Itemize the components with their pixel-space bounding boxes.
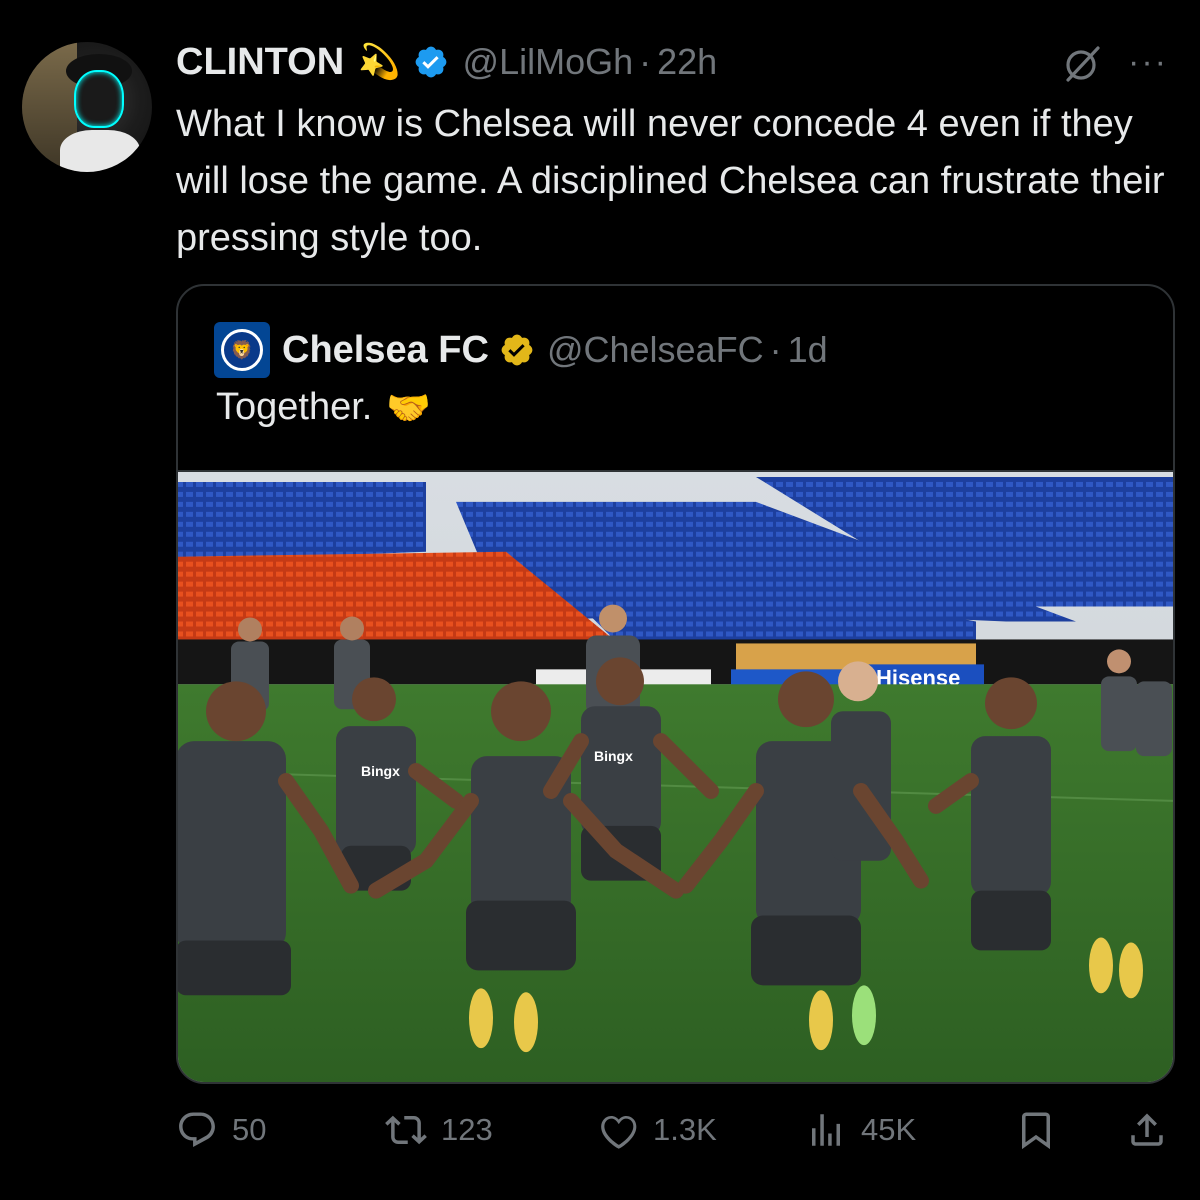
reply-button[interactable]: 50	[176, 1105, 266, 1155]
stand-upper-left	[178, 481, 426, 562]
more-options-icon[interactable]: ···	[1128, 44, 1168, 80]
bookmark-icon	[1022, 1112, 1050, 1150]
share-icon	[1131, 1113, 1163, 1146]
quoted-author-avatar[interactable]: 🦁	[214, 322, 270, 378]
shirt-sponsor-text: Bingx	[361, 763, 400, 779]
tweet-timestamp[interactable]: 22h	[657, 41, 717, 83]
views-count: 45K	[861, 1112, 917, 1147]
reply-count: 50	[232, 1112, 267, 1147]
tweet-text: What I know is Chelsea will never conced…	[176, 103, 1165, 259]
quoted-author-name[interactable]: Chelsea FC	[282, 329, 489, 372]
quoted-separator-dot: ·	[769, 329, 782, 370]
repost-button[interactable]: 123	[385, 1105, 493, 1155]
quoted-tweet-header: 🦁 Chelsea FC @ChelseaFC · 1d	[214, 322, 828, 378]
like-button[interactable]: 1.3K	[597, 1105, 717, 1155]
tweet-header: CLINTON 💫 @LilMoGh · 22h	[176, 38, 717, 86]
quoted-tweet-photo[interactable]: Hisense Bingx Bingx	[176, 470, 1175, 1084]
verified-badge-icon[interactable]	[413, 44, 449, 80]
author-handle[interactable]: @LilMoGh	[463, 41, 634, 83]
handshake-emoji: 🤝	[386, 386, 432, 428]
views-button[interactable]: 45K	[805, 1105, 916, 1155]
repost-count: 123	[441, 1112, 493, 1147]
separator-dot: ·	[639, 41, 652, 82]
author-avatar[interactable]	[22, 42, 152, 172]
share-button[interactable]	[1126, 1105, 1168, 1155]
author-emoji: 💫	[358, 43, 401, 81]
repost-icon	[385, 1115, 427, 1145]
chelsea-crest-icon: 🦁	[221, 329, 263, 371]
like-count: 1.3K	[653, 1112, 717, 1147]
avatar-shirt	[60, 130, 140, 172]
quoted-timestamp[interactable]: 1d	[788, 329, 828, 371]
author-name[interactable]: CLINTON	[176, 41, 344, 84]
grok-icon[interactable]	[1062, 44, 1102, 84]
avatar-mask	[74, 70, 124, 128]
quoted-tweet[interactable]: 🦁 Chelsea FC @ChelseaFC · 1d Together. 🤝	[176, 284, 1175, 1084]
tweet-action-bar: 50 123 1.3K 45K	[0, 1105, 1200, 1155]
bookmark-button[interactable]	[1015, 1105, 1057, 1155]
reply-icon	[179, 1112, 215, 1147]
verified-gold-badge-icon[interactable]	[499, 332, 535, 368]
views-icon	[812, 1114, 840, 1146]
like-icon	[601, 1115, 637, 1149]
quoted-tweet-text: Together.	[216, 386, 373, 428]
quoted-author-handle[interactable]: @ChelseaFC	[547, 329, 764, 371]
quoted-tweet-text-row: Together. 🤝	[216, 386, 431, 429]
svg-text:Bingx: Bingx	[594, 748, 633, 764]
